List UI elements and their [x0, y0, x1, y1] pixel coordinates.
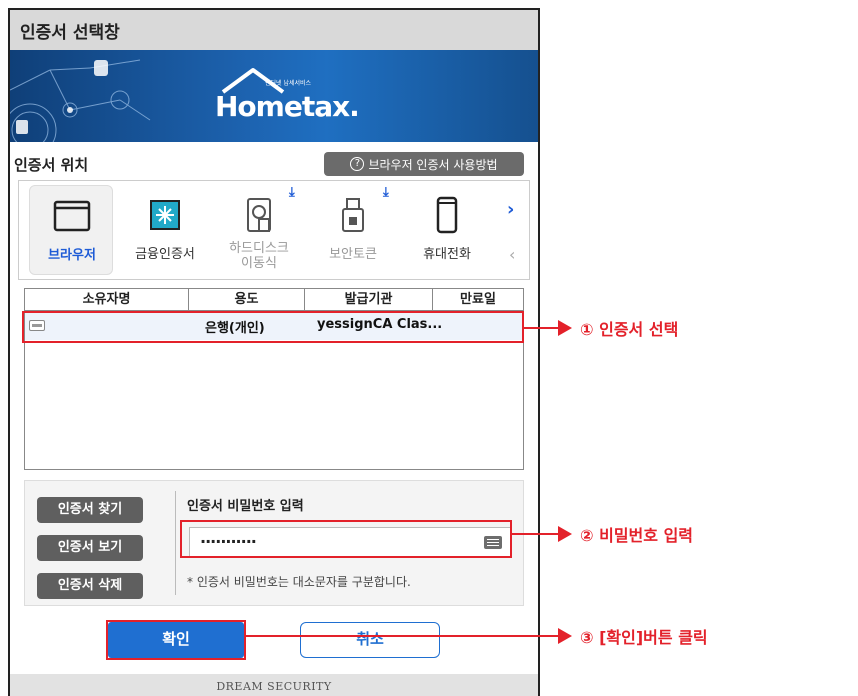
store-browser[interactable]: 브라우저 — [29, 185, 113, 275]
hometax-banner: Hometax. 인터넷 납세서비스 — [10, 50, 538, 142]
financial-cert-icon — [150, 200, 180, 230]
title-bar: 인증서 선택창 — [10, 10, 538, 50]
callout-arrow — [522, 318, 572, 338]
annotation-step2: ② 비밀번호 입력 — [580, 526, 694, 545]
store-label: 보안토큰 — [329, 247, 377, 262]
mobile-phone-icon — [436, 196, 458, 234]
row-highlight-box — [22, 311, 524, 343]
cert-store-selector: 브라우저 금융인증서 하드디스크 이동식 ⤓ 보안토큰 ⤓ 휴대전화 › ‹ — [18, 180, 530, 280]
table-header: 소유자명 용도 발급기관 만료일 — [25, 289, 523, 311]
hometax-logo: Hometax. 인터넷 납세서비스 — [215, 64, 360, 130]
store-label: 브라우저 — [48, 248, 96, 263]
column-usage[interactable]: 용도 — [189, 289, 305, 311]
column-issuer[interactable]: 발급기관 — [305, 289, 433, 311]
password-label: 인증서 비밀번호 입력 — [187, 499, 304, 514]
ok-highlight-box — [106, 620, 246, 660]
find-cert-button[interactable]: 인증서 찾기 — [37, 497, 143, 523]
certificate-dialog: 인증서 선택창 Hometax. 인터넷 납세서비스 인증서 위치 ? 브라우저… — [8, 8, 540, 696]
logo-wordmark: Hometax. — [215, 90, 360, 123]
chevron-right-icon[interactable]: › — [507, 199, 514, 220]
divider — [175, 491, 176, 595]
delete-cert-button[interactable]: 인증서 삭제 — [37, 573, 143, 599]
window-title: 인증서 선택창 — [20, 23, 120, 43]
store-mobile-phone[interactable]: 휴대전화 — [405, 185, 489, 275]
footer-brand: DREAM SECURITY — [216, 680, 332, 693]
callout-arrow — [510, 524, 572, 544]
browser-cert-help-button[interactable]: ? 브라우저 인증서 사용방법 — [324, 152, 524, 176]
footer: DREAM SECURITY — [10, 674, 538, 696]
network-decoration-icon — [10, 59, 151, 142]
security-token-icon — [342, 198, 364, 232]
annotation-step1: ① 인증서 선택 — [580, 320, 679, 339]
annotation-step3: ③ [확인]버튼 클릭 — [580, 628, 708, 647]
column-owner[interactable]: 소유자명 — [25, 289, 189, 311]
download-icon[interactable]: ⤓ — [383, 185, 389, 200]
cert-location-row: 인증서 위치 ? 브라우저 인증서 사용방법 — [10, 144, 538, 178]
chevron-left-icon[interactable]: ‹ — [509, 245, 515, 264]
view-cert-button[interactable]: 인증서 보기 — [37, 535, 143, 561]
callout-arrow — [244, 626, 572, 646]
hard-disk-icon — [247, 198, 271, 232]
download-icon[interactable]: ⤓ — [289, 185, 295, 200]
column-expiry[interactable]: 만료일 — [433, 289, 523, 311]
password-hint: * 인증서 비밀번호는 대소문자를 구분합니다. — [187, 575, 411, 589]
store-label: 금융인증서 — [135, 247, 195, 262]
store-financial-cert[interactable]: 금융인증서 — [123, 185, 207, 275]
help-button-label: 브라우저 인증서 사용방법 — [368, 157, 498, 172]
browser-window-icon — [53, 200, 91, 232]
password-highlight-box — [180, 520, 512, 558]
logo-subtitle: 인터넷 납세서비스 — [265, 80, 312, 87]
store-label: 휴대전화 — [423, 247, 471, 262]
store-label: 하드디스크 이동식 — [229, 241, 289, 271]
cert-location-title: 인증서 위치 — [14, 156, 89, 174]
question-icon: ? — [350, 157, 365, 171]
